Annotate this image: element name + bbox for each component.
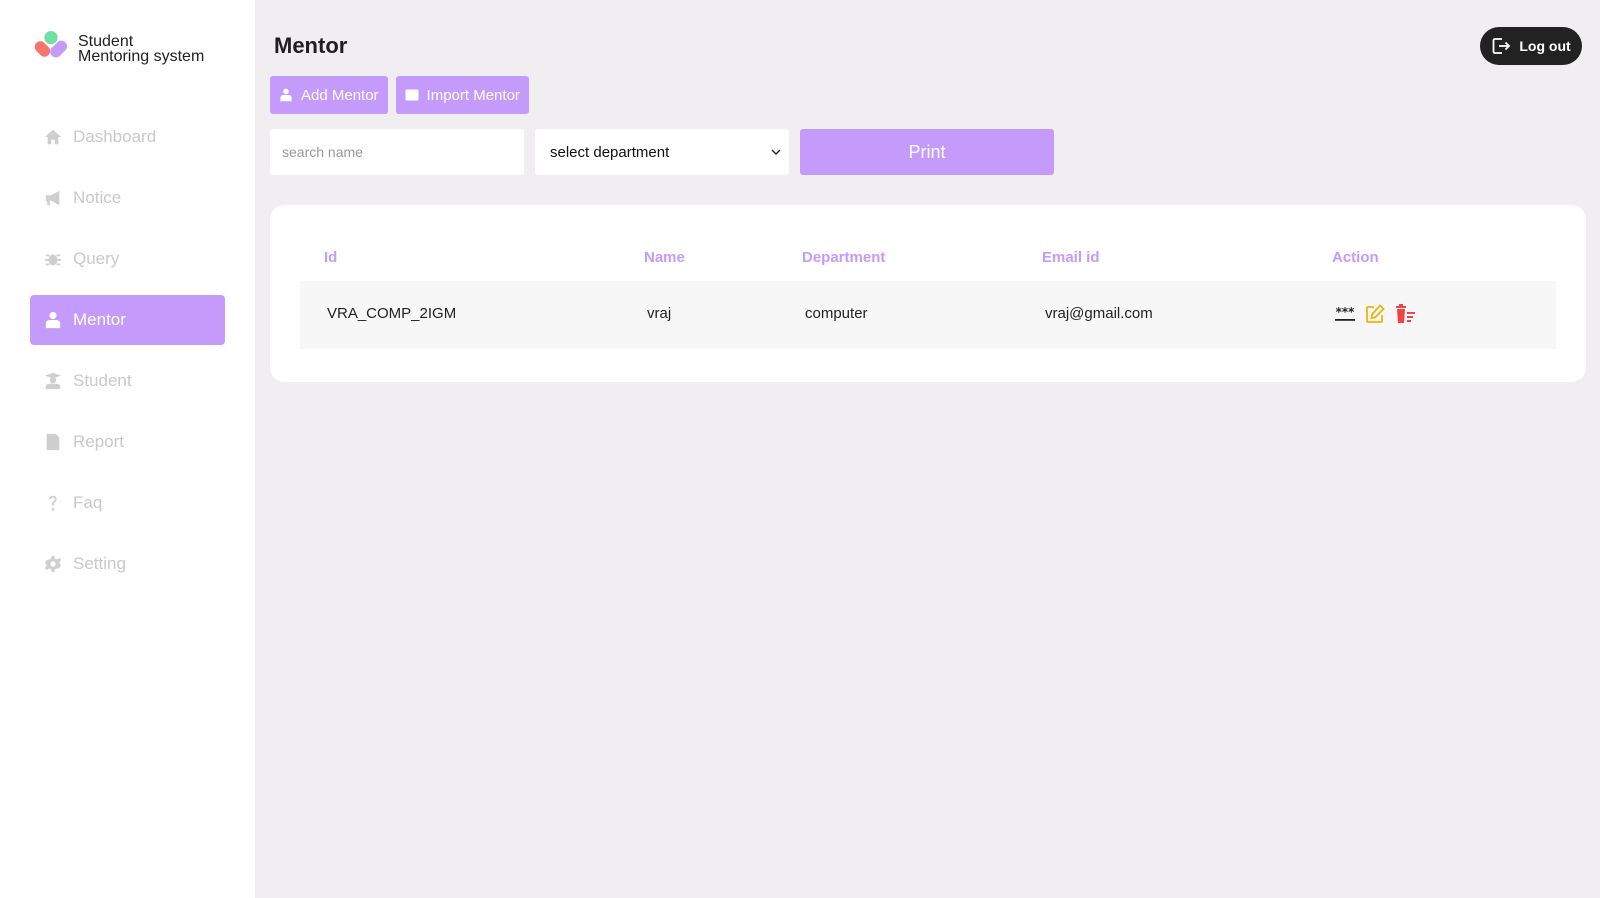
report-icon [43, 432, 63, 452]
import-mentor-label: Import Mentor [426, 86, 520, 104]
sidebar: Student Mentoring system Dashboard Notic… [0, 0, 255, 898]
column-header-action: Action [1332, 249, 1379, 266]
spreadsheet-icon [405, 89, 419, 101]
cell-id: VRA_COMP_2IGM [327, 305, 457, 322]
sidebar-item-label: Query [73, 249, 120, 268]
chevron-down-icon [771, 149, 781, 155]
page-title: Mentor [274, 33, 348, 58]
logout-icon [1492, 38, 1511, 54]
logout-label: Log out [1519, 38, 1571, 54]
sidebar-item-label: Report [73, 432, 125, 451]
sidebar-nav: Dashboard Notice Query Mentor Student Re… [30, 112, 225, 600]
bug-icon [43, 249, 63, 269]
gear-icon [43, 554, 63, 574]
department-select-value: select department [550, 143, 670, 161]
add-mentor-label: Add Mentor [301, 86, 379, 104]
svg-text:***: *** [1336, 305, 1356, 319]
sidebar-item-label: Faq [73, 493, 103, 512]
sidebar-item-query[interactable]: Query [30, 234, 225, 284]
app-logo[interactable]: Student Mentoring system [32, 30, 204, 68]
search-input[interactable] [270, 129, 524, 175]
app-name-line1: Student [78, 33, 134, 50]
delete-button[interactable] [1394, 303, 1416, 325]
print-button[interactable]: Print [800, 129, 1054, 175]
column-header-name[interactable]: Name [644, 249, 685, 266]
app-name: Student Mentoring system [78, 33, 205, 65]
table-row[interactable]: VRA_COMP_2IGM vraj computer vraj@gmail.c… [300, 281, 1556, 349]
sidebar-item-notice[interactable]: Notice [30, 173, 225, 223]
mentor-table-card: Id Name Department Email id Action VRA_C… [270, 205, 1586, 382]
mentor-icon [280, 88, 292, 102]
column-header-department[interactable]: Department [802, 249, 885, 266]
sidebar-item-student[interactable]: Student [30, 356, 225, 406]
cell-name: vraj [647, 305, 672, 322]
sidebar-item-label: Notice [73, 188, 122, 207]
sidebar-item-label: Student [73, 371, 132, 390]
delete-icon [1396, 304, 1415, 323]
cell-department: computer [805, 305, 868, 322]
logo-icon [34, 30, 67, 58]
import-mentor-button[interactable]: Import Mentor [395, 76, 529, 114]
department-select[interactable]: select department [535, 129, 789, 175]
add-mentor-button[interactable]: Add Mentor [270, 76, 388, 114]
app-name-line2: Mentoring system [78, 48, 205, 65]
logout-button[interactable]: Log out [1480, 27, 1582, 65]
cell-email: vraj@gmail.com [1045, 305, 1153, 322]
sidebar-item-setting[interactable]: Setting [30, 539, 225, 589]
column-header-email[interactable]: Email id [1042, 249, 1100, 266]
megaphone-icon [43, 188, 63, 208]
toolbar: Add Mentor Import Mentor [270, 76, 537, 114]
edit-icon [1366, 304, 1385, 323]
question-icon [43, 493, 63, 513]
edit-button[interactable] [1364, 303, 1386, 325]
sidebar-item-faq[interactable]: Faq [30, 478, 225, 528]
column-header-id[interactable]: Id [324, 249, 337, 266]
graduate-icon [43, 371, 63, 391]
password-icon: *** [1335, 305, 1356, 321]
sidebar-item-mentor[interactable]: Mentor [30, 295, 225, 345]
sidebar-item-label: Mentor [73, 310, 126, 329]
sidebar-item-label: Setting [73, 554, 126, 573]
reset-password-button[interactable]: *** [1334, 303, 1356, 325]
filter-bar: select department Print [270, 129, 1054, 175]
sidebar-item-report[interactable]: Report [30, 417, 225, 467]
home-icon [43, 127, 63, 147]
table-header: Id Name Department Email id Action [300, 243, 1556, 271]
sidebar-item-dashboard[interactable]: Dashboard [30, 112, 225, 162]
mentor-icon [43, 310, 63, 330]
row-actions: *** [1334, 303, 1424, 325]
sidebar-item-label: Dashboard [73, 127, 157, 146]
